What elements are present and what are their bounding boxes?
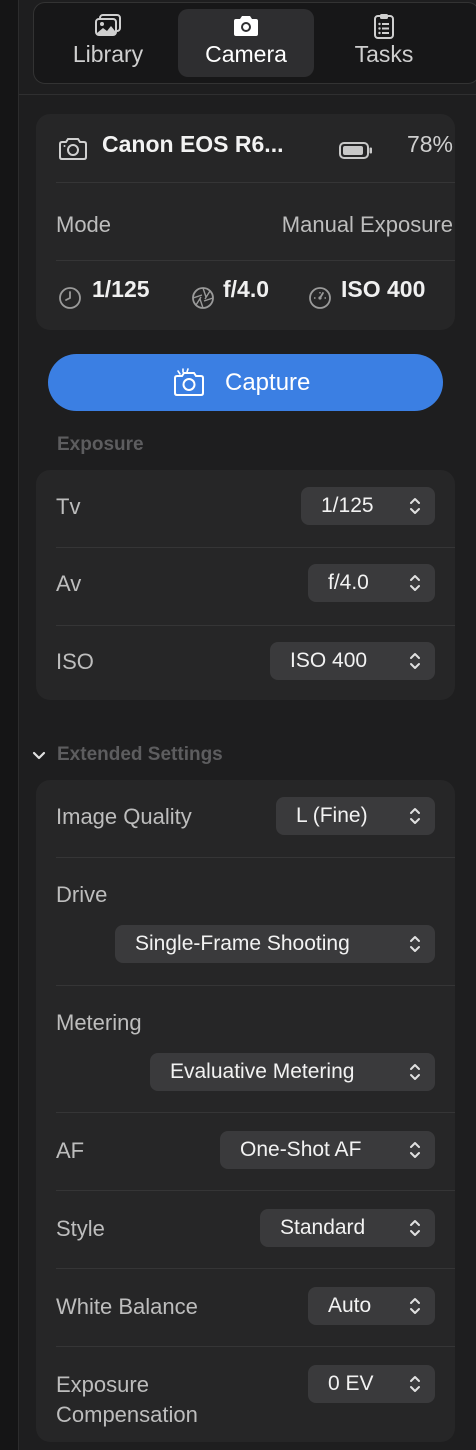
tab-camera-label: Camera	[205, 41, 287, 67]
divider	[56, 625, 455, 626]
capture-label: Capture	[225, 369, 311, 396]
camera-icon	[59, 138, 87, 160]
header-divider	[19, 94, 476, 95]
tv-value: 1/125	[321, 494, 374, 517]
exposure-compensation-value: 0 EV	[328, 1372, 374, 1395]
extended-settings-card: Image Quality L (Fine) Drive Single-Fram…	[36, 780, 455, 1442]
mode-label: Mode	[56, 212, 112, 237]
divider	[56, 1112, 455, 1113]
metering-select[interactable]: Evaluative Metering	[150, 1053, 435, 1091]
tab-bar: Library Camera Tasks	[33, 2, 476, 84]
iso-value: ISO 400	[290, 649, 368, 672]
iso-select[interactable]: ISO 400	[270, 642, 435, 680]
aperture-readout: f/4.0	[223, 276, 270, 302]
af-select[interactable]: One-Shot AF	[220, 1131, 435, 1169]
tab-camera[interactable]: Camera	[178, 9, 314, 77]
exposure-compensation-label-line1: Exposure	[56, 1372, 149, 1397]
image-quality-value: L (Fine)	[296, 804, 368, 827]
iso-readout: ISO 400	[341, 276, 426, 302]
up-down-chevron-icon	[410, 1142, 420, 1158]
tab-library[interactable]: Library	[40, 9, 176, 77]
exposure-compensation-select[interactable]: 0 EV	[308, 1365, 435, 1403]
white-balance-value: Auto	[328, 1294, 372, 1317]
av-select[interactable]: f/4.0	[308, 564, 435, 602]
exposure-section-title: Exposure	[57, 434, 144, 455]
up-down-chevron-icon	[410, 808, 420, 824]
av-label: Av	[56, 571, 82, 596]
exposure-compensation-label-line2: Compensation	[56, 1402, 198, 1427]
divider	[56, 547, 455, 548]
up-down-chevron-icon	[410, 1064, 420, 1080]
camera-panel: Library Camera Tasks Canon EOS R6... 78%…	[19, 0, 476, 1450]
divider	[56, 1346, 455, 1347]
tab-library-label: Library	[72, 41, 144, 67]
divider	[56, 182, 455, 183]
af-label: AF	[56, 1138, 85, 1163]
up-down-chevron-icon	[410, 936, 420, 952]
up-down-chevron-icon	[410, 1376, 420, 1392]
device-card: Canon EOS R6... 78% Mode Manual Exposure…	[36, 114, 455, 330]
clipboard-icon	[374, 14, 394, 39]
white-balance-label: White Balance	[56, 1294, 198, 1319]
extended-settings-toggle[interactable]: Extended Settings	[29, 744, 289, 768]
metering-value: Evaluative Metering	[170, 1060, 355, 1083]
tab-tasks-label: Tasks	[354, 41, 414, 67]
device-name: Canon EOS R6...	[102, 131, 284, 157]
iso-gauge-icon	[309, 287, 331, 309]
divider	[56, 1190, 455, 1191]
up-down-chevron-icon	[410, 653, 420, 669]
metering-label: Metering	[56, 1010, 142, 1035]
style-value: Standard	[280, 1216, 366, 1239]
tv-select[interactable]: 1/125	[301, 487, 435, 525]
white-balance-select[interactable]: Auto	[308, 1287, 435, 1325]
divider	[56, 260, 455, 261]
exposure-card: Tv 1/125 Av f/4.0 ISO ISO 400	[36, 470, 455, 700]
capture-button[interactable]: Capture	[48, 354, 443, 411]
extended-settings-title: Extended Settings	[57, 744, 223, 765]
af-value: One-Shot AF	[240, 1138, 362, 1161]
drive-label: Drive	[56, 882, 108, 907]
photo-library-icon	[95, 14, 121, 36]
divider	[56, 857, 455, 858]
iso-label: ISO	[56, 649, 94, 674]
av-value: f/4.0	[328, 571, 369, 594]
style-select[interactable]: Standard	[260, 1209, 435, 1247]
tv-label: Tv	[56, 494, 81, 519]
image-quality-label: Image Quality	[56, 804, 192, 829]
shutter-speed-readout: 1/125	[92, 276, 150, 302]
aperture-icon	[192, 287, 214, 309]
battery-icon	[339, 142, 372, 159]
mode-value: Manual Exposure	[281, 212, 453, 237]
drive-select[interactable]: Single-Frame Shooting	[115, 925, 435, 963]
image-quality-select[interactable]: L (Fine)	[276, 797, 435, 835]
camera-icon	[234, 16, 258, 36]
tab-tasks[interactable]: Tasks	[316, 9, 452, 77]
up-down-chevron-icon	[410, 575, 420, 591]
style-label: Style	[56, 1216, 105, 1241]
capture-camera-icon	[174, 368, 204, 396]
up-down-chevron-icon	[410, 498, 420, 514]
up-down-chevron-icon	[410, 1220, 420, 1236]
battery-percentage: 78%	[406, 131, 453, 157]
left-edge-bar	[0, 0, 19, 1450]
divider	[56, 985, 455, 986]
chevron-down-icon	[32, 751, 46, 760]
clock-icon	[59, 287, 81, 309]
drive-value: Single-Frame Shooting	[135, 932, 350, 955]
divider	[56, 1268, 455, 1269]
up-down-chevron-icon	[410, 1298, 420, 1314]
